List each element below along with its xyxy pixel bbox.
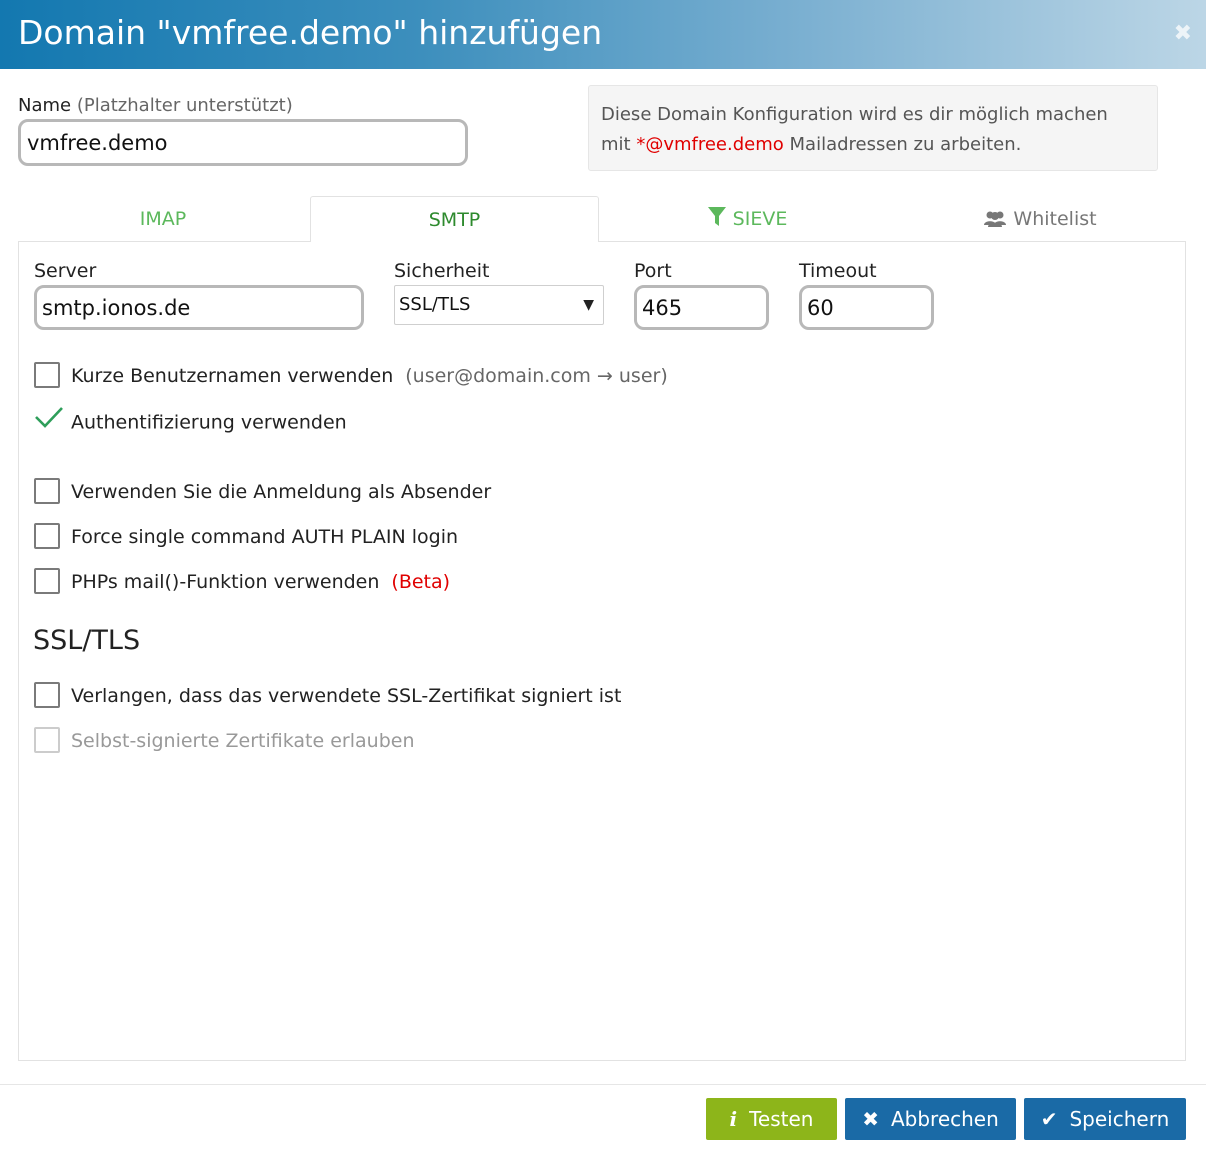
short-usernames-hint: (user@domain.com → user)	[405, 365, 668, 387]
short-usernames-label: Kurze Benutzernamen verwenden	[71, 365, 394, 387]
server-input[interactable]	[34, 285, 364, 330]
save-button-label: Speichern	[1069, 1107, 1170, 1131]
security-select-value: SSL/TLS	[399, 294, 471, 315]
php-mail-option[interactable]: PHPs mail()-Funktion verwenden (Beta)	[34, 567, 451, 596]
name-label-text: Name	[18, 95, 72, 116]
check-icon: ✔	[1040, 1107, 1058, 1131]
footer-divider	[0, 1084, 1206, 1085]
info-box: Diese Domain Konfiguration wird es dir m…	[588, 85, 1158, 171]
tab-whitelist[interactable]: Whitelist	[894, 196, 1186, 242]
server-label: Server	[34, 260, 97, 282]
test-button-label: Testen	[749, 1107, 814, 1131]
info-suffix: Mailadressen zu arbeiten.	[783, 134, 1022, 155]
ssl-section-title: SSL/TLS	[33, 625, 141, 656]
timeout-label: Timeout	[799, 260, 877, 282]
beta-badge: (Beta)	[391, 571, 451, 593]
short-usernames-checkbox[interactable]	[34, 361, 60, 388]
tab-sieve-label: SIEVE	[732, 208, 788, 230]
name-label: Name (Platzhalter unterstützt)	[18, 95, 293, 116]
x-icon: ✖	[862, 1107, 879, 1131]
timeout-input[interactable]	[799, 285, 934, 330]
login-as-sender-checkbox[interactable]	[34, 477, 60, 504]
use-auth-option[interactable]: Authentifizierung verwenden	[34, 407, 347, 435]
users-icon	[983, 199, 1007, 245]
dialog-title: Domain "vmfree.demo" hinzufügen	[18, 13, 603, 52]
verify-cert-label: Verlangen, dass das verwendete SSL-Zerti…	[71, 685, 622, 707]
login-as-sender-option[interactable]: Verwenden Sie die Anmeldung als Absender	[34, 477, 492, 506]
verify-cert-checkbox[interactable]	[34, 681, 60, 708]
force-auth-plain-label: Force single command AUTH PLAIN login	[71, 526, 459, 548]
allow-self-signed-checkbox	[34, 726, 60, 753]
info-domain-highlight: *@vmfree.demo	[636, 134, 784, 155]
allow-self-signed-option: Selbst-signierte Zertifikate erlauben	[34, 726, 415, 755]
tab-smtp-label: SMTP	[428, 209, 481, 231]
login-as-sender-label: Verwenden Sie die Anmeldung als Absender	[71, 481, 492, 503]
info-line-2: mit *@vmfree.demo Mailadressen zu arbeit…	[601, 130, 1145, 160]
security-label: Sicherheit	[394, 260, 490, 282]
short-usernames-option[interactable]: Kurze Benutzernamen verwenden (user@domai…	[34, 361, 668, 390]
name-label-hint: (Platzhalter unterstützt)	[76, 95, 293, 116]
info-prefix: mit	[601, 134, 637, 155]
dialog-titlebar: Domain "vmfree.demo" hinzufügen ✖	[0, 0, 1206, 69]
filter-icon	[707, 199, 727, 245]
force-auth-plain-option[interactable]: Force single command AUTH PLAIN login	[34, 522, 459, 551]
info-icon: i	[729, 1107, 738, 1131]
cancel-button[interactable]: ✖ Abbrechen	[845, 1098, 1016, 1140]
cancel-button-label: Abbrechen	[890, 1107, 999, 1131]
save-button[interactable]: ✔ Speichern	[1024, 1098, 1186, 1140]
tab-whitelist-label: Whitelist	[1013, 208, 1097, 230]
tab-smtp[interactable]: SMTP	[310, 196, 599, 242]
verify-cert-option[interactable]: Verlangen, dass das verwendete SSL-Zerti…	[34, 681, 622, 710]
security-select[interactable]: SSL/TLS ▼	[394, 285, 604, 325]
php-mail-checkbox[interactable]	[34, 567, 60, 594]
dropdown-arrow-icon: ▼	[583, 297, 594, 313]
force-auth-plain-checkbox[interactable]	[34, 522, 60, 549]
port-input[interactable]	[634, 285, 769, 330]
tab-imap-label: IMAP	[139, 208, 187, 230]
tab-sieve[interactable]: SIEVE	[602, 196, 892, 242]
tab-imap[interactable]: IMAP	[18, 196, 308, 242]
name-input[interactable]	[18, 119, 468, 166]
test-button[interactable]: i Testen	[706, 1098, 837, 1140]
info-line-1: Diese Domain Konfiguration wird es dir m…	[601, 104, 1108, 125]
php-mail-label: PHPs mail()-Funktion verwenden	[71, 571, 380, 593]
allow-self-signed-label: Selbst-signierte Zertifikate erlauben	[71, 730, 415, 752]
port-label: Port	[634, 260, 672, 282]
close-icon[interactable]: ✖	[1174, 22, 1192, 46]
checkmark-icon[interactable]	[34, 405, 63, 437]
use-auth-label: Authentifizierung verwenden	[71, 411, 347, 434]
